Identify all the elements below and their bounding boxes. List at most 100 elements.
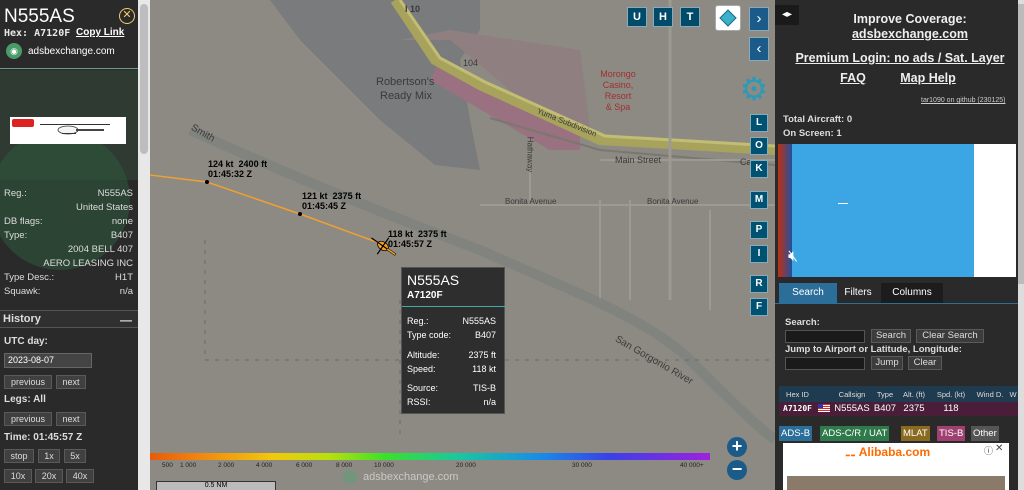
- clear-search-button[interactable]: Clear Search: [916, 329, 984, 343]
- premium-login-link[interactable]: Premium Login: no ads / Sat. Layer: [785, 51, 1015, 65]
- jump-input[interactable]: [785, 357, 865, 370]
- history-title: History: [3, 313, 41, 325]
- collapse-panel-icon[interactable]: ‹: [749, 37, 769, 61]
- column-type[interactable]: Type: [872, 386, 898, 403]
- adsbexchange-link[interactable]: ◉ adsbexchange.com: [6, 43, 115, 59]
- zoom-out-button[interactable]: −: [727, 460, 747, 480]
- settings-gear-icon[interactable]: ⚙: [737, 72, 771, 106]
- jump-button[interactable]: Jump: [871, 356, 903, 370]
- replay-1x-button[interactable]: 1x: [38, 449, 60, 463]
- detail-row: Reg.: N555AS: [0, 188, 138, 202]
- hathaway-street-label: Hathaway: [525, 136, 535, 173]
- ad-close-icon[interactable]: ✕: [995, 443, 1003, 454]
- operator-logo: [12, 119, 34, 127]
- ad-brand: ⚋ Alibaba.com: [845, 445, 930, 459]
- aircraft-details: Reg.: N555AS United States DB flags: none …: [0, 188, 138, 300]
- tooltip-value: n/a: [483, 397, 496, 407]
- row-callsign: N555AS: [832, 402, 872, 416]
- detail-value: n/a: [119, 286, 133, 297]
- history-header[interactable]: History —: [0, 310, 138, 328]
- right-scrollbar-thumb[interactable]: [1018, 4, 1024, 284]
- layer-h-button[interactable]: H: [653, 7, 673, 27]
- toggle-k-button[interactable]: K: [750, 160, 768, 178]
- leg-previous-button[interactable]: previous: [4, 412, 52, 426]
- toggle-l-button[interactable]: L: [750, 114, 768, 132]
- ad-info-icon[interactable]: ⓘ: [984, 444, 993, 457]
- replay-10x-button[interactable]: 10x: [4, 469, 32, 483]
- aircraft-photo[interactable]: [10, 117, 126, 144]
- date-input[interactable]: 2023-08-07: [4, 353, 92, 368]
- detail-value: United States: [75, 202, 133, 213]
- ad-video-margin: [974, 144, 1016, 277]
- day-next-button[interactable]: next: [56, 375, 86, 389]
- advertisement[interactable]: ⚋ Alibaba.com ⓘ ✕: [783, 443, 1009, 490]
- utc-day-label: UTC day:: [4, 336, 48, 347]
- layer-u-button[interactable]: U: [627, 7, 647, 27]
- left-panel-scrollbar[interactable]: [138, 0, 150, 490]
- tab-columns[interactable]: Columns: [881, 283, 943, 303]
- toggle-m-button[interactable]: M: [750, 191, 768, 209]
- detail-row: Squawk: n/a: [0, 286, 138, 300]
- day-previous-button[interactable]: previous: [4, 375, 52, 389]
- improve-coverage-link[interactable]: adsbexchange.com: [805, 27, 1015, 41]
- resize-handle-icon[interactable]: ◂▸: [775, 5, 799, 25]
- total-aircraft: Total Aircraft: 0: [783, 114, 853, 125]
- scrollbar-thumb[interactable]: [140, 4, 148, 154]
- layer-t-button[interactable]: T: [680, 7, 700, 27]
- detail-key: DB flags:: [4, 216, 43, 227]
- replay-5x-button[interactable]: 5x: [64, 449, 86, 463]
- map-help-link[interactable]: Map Help: [893, 71, 963, 85]
- column-flag[interactable]: [816, 386, 832, 403]
- toggle-r-button[interactable]: R: [750, 275, 768, 293]
- detail-value: B407: [110, 230, 133, 241]
- toggle-f-button[interactable]: F: [750, 298, 768, 316]
- toggle-i-button[interactable]: I: [750, 245, 768, 263]
- replay-stop-button[interactable]: stop: [4, 449, 34, 463]
- ad-video-area[interactable]: 🔇︎: [778, 144, 974, 277]
- expand-panel-icon[interactable]: ›: [749, 7, 769, 31]
- clear-button[interactable]: Clear: [908, 356, 942, 370]
- aircraft-label: 118 kt 2375 ft 01:45:57 Z: [388, 229, 447, 249]
- collapse-icon[interactable]: —: [120, 313, 132, 327]
- faq-link[interactable]: FAQ: [833, 71, 873, 85]
- close-icon[interactable]: ✕: [119, 8, 135, 24]
- tab-filters[interactable]: Filters: [837, 283, 879, 303]
- right-scrollbar[interactable]: [1018, 0, 1024, 490]
- toggle-o-button[interactable]: O: [750, 137, 768, 155]
- bonita-avenue-label: Bonita Avenue: [505, 197, 557, 206]
- route-104-label: 104: [463, 58, 479, 68]
- bonita-avenue-label-2: Bonita Avenue: [647, 197, 699, 206]
- map-view[interactable]: I 10 104 Robertson's Ready Mix Morongo C…: [150, 0, 775, 490]
- track-label: 121 kt 2375 ft 01:45:45 Z: [302, 191, 362, 211]
- layers-button[interactable]: [715, 5, 741, 31]
- mute-icon[interactable]: 🔇︎: [788, 248, 798, 266]
- detail-row: AERO LEASING INC: [0, 258, 138, 272]
- tab-search[interactable]: Search: [779, 283, 837, 303]
- morongo-label-3: Resort: [604, 91, 632, 101]
- detail-row: United States: [0, 202, 138, 216]
- search-button[interactable]: Search: [871, 329, 911, 343]
- aircraft-info-panel: N555AS ✕ Hex: A7120F Copy Link ◉ adsbexc…: [0, 0, 138, 490]
- replay-20x-button[interactable]: 20x: [35, 469, 63, 483]
- video-dash: [838, 203, 848, 204]
- replay-40x-button[interactable]: 40x: [66, 469, 94, 483]
- column-speed[interactable]: Spd. (kt): [930, 386, 972, 403]
- toggle-p-button[interactable]: P: [750, 221, 768, 239]
- column-altitude[interactable]: Alt. (ft): [898, 386, 930, 403]
- detail-key: Type Desc.:: [4, 272, 55, 283]
- detail-value: AERO LEASING INC: [43, 258, 133, 269]
- leg-next-button[interactable]: next: [56, 412, 86, 426]
- hex-label: Hex: A7120F: [4, 28, 71, 39]
- column-wind-direction[interactable]: Wind D.: [972, 386, 1008, 403]
- column-hex-id[interactable]: Hex ID: [779, 386, 816, 403]
- version-link[interactable]: tar1090 on github (230125): [921, 97, 1005, 104]
- zoom-in-button[interactable]: +: [727, 437, 747, 457]
- morongo-label-2: Casino,: [602, 80, 634, 90]
- alt-tick: 30 000: [572, 462, 592, 469]
- column-callsign[interactable]: Callsign: [832, 386, 872, 403]
- column-wind-truncated[interactable]: W: [1008, 386, 1018, 403]
- legend-tisb: TIS-B: [937, 426, 966, 441]
- tooltip-value: 118 kt: [472, 364, 496, 374]
- copy-link-button[interactable]: Copy Link: [76, 27, 124, 38]
- search-input[interactable]: [785, 330, 865, 343]
